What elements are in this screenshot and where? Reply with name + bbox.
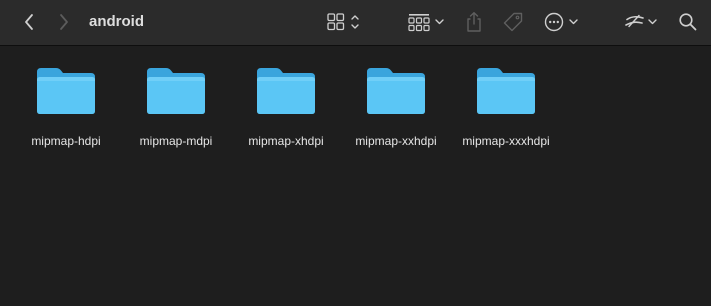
folder-icon xyxy=(477,68,535,114)
view-options-button[interactable] xyxy=(325,11,365,33)
folder-icon xyxy=(257,68,315,114)
folder-icon xyxy=(37,68,95,114)
chevron-left-icon xyxy=(25,14,33,30)
search-icon xyxy=(679,13,697,31)
file-name: mipmap-xhdpi xyxy=(248,134,324,148)
file-name: mipmap-hdpi xyxy=(31,134,101,148)
search-button[interactable] xyxy=(676,10,700,34)
folder-icon xyxy=(147,68,205,114)
file-item[interactable]: mipmap-hdpi xyxy=(11,66,121,148)
file-item[interactable]: mipmap-xxhdpi xyxy=(341,66,451,148)
finder-window: android mipmap-hdpi mipmap-mdpi mipmap-x… xyxy=(0,0,711,306)
file-item[interactable]: mipmap-xxxhdpi xyxy=(451,66,561,148)
action-menu-button[interactable] xyxy=(543,10,583,34)
tag-icon xyxy=(503,12,523,32)
tag-button[interactable] xyxy=(501,10,525,34)
sync-button[interactable] xyxy=(622,10,662,34)
forward-button[interactable] xyxy=(53,10,75,34)
group-by-button[interactable] xyxy=(406,11,448,33)
back-button[interactable] xyxy=(18,10,40,34)
file-name: mipmap-xxxhdpi xyxy=(462,134,550,148)
toolbar: android xyxy=(0,0,711,46)
ellipsis-circle-icon xyxy=(544,12,578,32)
folder-icon xyxy=(367,68,425,114)
window-title: android xyxy=(89,13,144,30)
file-name: mipmap-mdpi xyxy=(139,134,213,148)
sync-icon xyxy=(625,14,657,28)
grid-view-icon xyxy=(327,13,359,31)
group-by-icon xyxy=(408,14,444,32)
share-button[interactable] xyxy=(463,10,485,34)
file-item[interactable]: mipmap-mdpi xyxy=(121,66,231,148)
share-icon xyxy=(467,12,481,32)
chevron-right-icon xyxy=(60,14,68,30)
file-grid: mipmap-hdpi mipmap-mdpi mipmap-xhdpi mip… xyxy=(0,46,711,306)
file-item[interactable]: mipmap-xhdpi xyxy=(231,66,341,148)
file-name: mipmap-xxhdpi xyxy=(355,134,437,148)
